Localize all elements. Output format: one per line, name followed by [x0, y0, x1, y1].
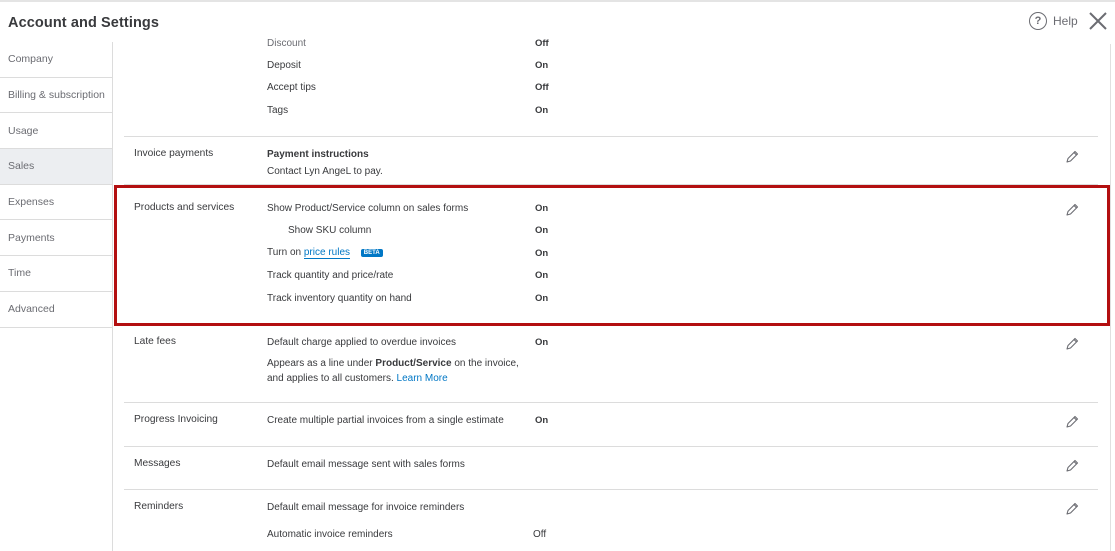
sidebar-item-usage[interactable]: Usage [0, 113, 112, 150]
scrollbar[interactable] [1110, 44, 1115, 551]
progress-invoicing-value: On [535, 415, 549, 426]
late-fees-desc-suffix: on the invoice, [454, 358, 519, 369]
price-rules-prefix: Turn on [267, 247, 302, 258]
sidebar-item-payments[interactable]: Payments [0, 220, 112, 257]
late-fees-desc-line1: Appears as a line under Product/Service … [267, 358, 519, 369]
beta-badge: BETA [360, 249, 383, 257]
tags-label: Tags [267, 105, 289, 116]
payment-instructions-text: Contact Lyn AngeL to pay. [267, 166, 383, 177]
progress-invoicing-label: Create multiple partial invoices from a … [267, 415, 504, 426]
divider [124, 136, 1098, 137]
messages-title: Messages [134, 458, 181, 469]
show-sku-column-label: Show SKU column [288, 225, 372, 236]
progress-invoicing-title: Progress Invoicing [134, 414, 218, 425]
automatic-reminders-label: Automatic invoice reminders [267, 529, 393, 540]
late-fees-desc-line2-text: and applies to all customers. [267, 373, 394, 384]
sidebar-item-billing[interactable]: Billing & subscription [0, 78, 112, 114]
edit-pencil-icon[interactable] [1064, 149, 1080, 165]
divider [124, 446, 1098, 447]
sidebar-item-sales[interactable]: Sales [0, 149, 112, 185]
track-quantity-label: Track quantity and price/rate [267, 270, 394, 281]
edit-pencil-icon[interactable] [1064, 458, 1080, 474]
settings-sidebar: Company Billing & subscription Usage Sal… [0, 42, 113, 551]
products-services-title: Products and services [134, 202, 235, 213]
late-fees-label: Default charge applied to overdue invoic… [267, 337, 457, 348]
discount-label: Discount [267, 38, 306, 49]
late-fees-desc-prefix: Appears as a line under [267, 358, 373, 369]
edit-pencil-icon[interactable] [1064, 501, 1080, 517]
sidebar-item-expenses[interactable]: Expenses [0, 185, 112, 221]
track-quantity-value: On [535, 270, 549, 281]
late-fees-value: On [535, 337, 549, 348]
reminders-label: Default email message for invoice remind… [267, 502, 465, 513]
payment-instructions-heading: Payment instructions [267, 149, 369, 160]
edit-pencil-icon[interactable] [1064, 336, 1080, 352]
automatic-reminders-value: Off [533, 529, 547, 540]
price-rules-row: Turn on price rules BETA [267, 247, 383, 259]
sales-settings-content: Discount Off Deposit On Accept tips Off … [124, 0, 1100, 551]
learn-more-link[interactable]: Learn More [397, 373, 448, 384]
price-rules-link[interactable]: price rules [303, 247, 351, 259]
show-product-column-value: On [535, 203, 549, 214]
sidebar-item-company[interactable]: Company [0, 42, 112, 78]
show-product-column-label: Show Product/Service column on sales for… [267, 203, 469, 214]
deposit-value: On [535, 60, 549, 71]
show-sku-column-value: On [535, 225, 549, 236]
reminders-title: Reminders [134, 501, 184, 512]
accept-tips-value: Off [535, 82, 549, 93]
track-inventory-label: Track inventory quantity on hand [267, 293, 412, 304]
divider [124, 489, 1098, 490]
deposit-label: Deposit [267, 60, 301, 71]
divider [124, 184, 1098, 185]
messages-label: Default email message sent with sales fo… [267, 459, 465, 470]
sidebar-item-advanced[interactable]: Advanced [0, 292, 112, 328]
track-inventory-value: On [535, 293, 549, 304]
late-fees-title: Late fees [134, 336, 176, 347]
late-fees-desc-line2: and applies to all customers. Learn More [267, 373, 448, 384]
invoice-payments-title: Invoice payments [134, 148, 214, 159]
price-rules-value: On [535, 248, 549, 259]
divider [124, 402, 1098, 403]
edit-pencil-icon[interactable] [1064, 414, 1080, 430]
sidebar-item-time[interactable]: Time [0, 256, 112, 292]
discount-value: Off [535, 38, 549, 49]
accept-tips-label: Accept tips [267, 82, 316, 93]
edit-pencil-icon[interactable] [1064, 202, 1080, 218]
tags-value: On [535, 105, 549, 116]
late-fees-desc-bold: Product/Service [375, 358, 452, 369]
